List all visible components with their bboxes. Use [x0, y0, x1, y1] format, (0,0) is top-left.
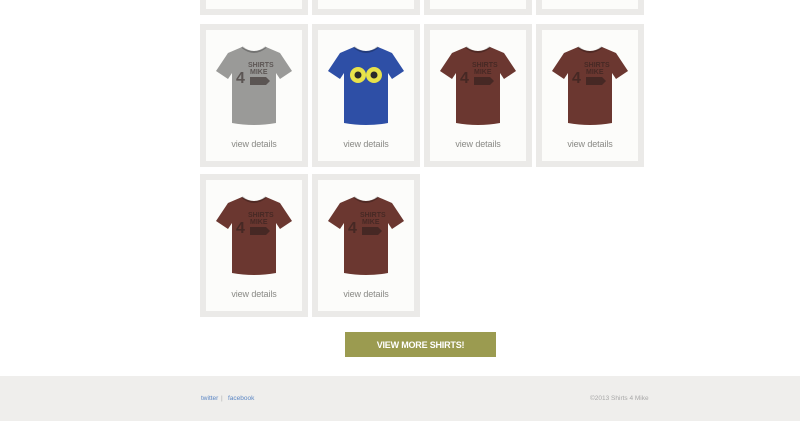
product-card-partial [200, 0, 308, 15]
view-details-link[interactable]: view details [206, 289, 302, 299]
svg-text:MIKE: MIKE [250, 219, 268, 226]
twitter-link[interactable]: twitter [201, 395, 218, 402]
t-shirt-image[interactable]: SHIRTS 4 MIKE [206, 188, 302, 284]
view-details-link[interactable]: view details [430, 139, 526, 149]
svg-text:SHIRTS: SHIRTS [584, 62, 610, 69]
product-card-partial [424, 0, 532, 15]
svg-text:SHIRTS: SHIRTS [472, 62, 498, 69]
svg-text:SHIRTS: SHIRTS [248, 62, 274, 69]
svg-text:4: 4 [348, 220, 357, 237]
product-card-partial [312, 0, 420, 15]
t-shirt-image[interactable]: SHIRTS 4 MIKE [430, 38, 526, 134]
svg-text:MIKE: MIKE [474, 69, 492, 76]
product-card[interactable]: SHIRTS 4 MIKE view details [536, 24, 644, 167]
t-shirt-image[interactable]: SHIRTS 4 MIKE [318, 188, 414, 284]
svg-text:4: 4 [236, 220, 245, 237]
svg-text:4: 4 [460, 70, 469, 87]
product-card[interactable]: view details [312, 24, 420, 167]
product-card[interactable]: SHIRTS 4 MIKE view details [424, 24, 532, 167]
footer: twitter | facebook ©2013 Shirts 4 Mike [0, 376, 800, 421]
facebook-link[interactable]: facebook [228, 395, 254, 402]
svg-text:SHIRTS: SHIRTS [360, 212, 386, 219]
t-shirt-image[interactable]: SHIRTS 4 MIKE [206, 38, 302, 134]
view-more-shirts-button[interactable]: VIEW MORE SHIRTS! [345, 332, 496, 357]
product-card[interactable]: SHIRTS 4 MIKE view details [200, 174, 308, 317]
svg-text:4: 4 [236, 70, 245, 87]
product-card[interactable]: SHIRTS 4 MIKE view details [200, 24, 308, 167]
t-shirt-image[interactable]: SHIRTS 4 MIKE [542, 38, 638, 134]
product-card[interactable]: SHIRTS 4 MIKE view details [312, 174, 420, 317]
copyright: ©2013 Shirts 4 Mike [590, 395, 649, 402]
view-details-link[interactable]: view details [318, 139, 414, 149]
svg-text:SHIRTS: SHIRTS [248, 212, 274, 219]
svg-text:MIKE: MIKE [362, 219, 380, 226]
svg-text:MIKE: MIKE [586, 69, 604, 76]
t-shirt-image[interactable] [318, 38, 414, 134]
footer-separator: | [221, 395, 223, 402]
product-card-partial [536, 0, 644, 15]
svg-text:4: 4 [572, 70, 581, 87]
svg-text:MIKE: MIKE [250, 69, 268, 76]
view-details-link[interactable]: view details [206, 139, 302, 149]
view-details-link[interactable]: view details [542, 139, 638, 149]
view-details-link[interactable]: view details [318, 289, 414, 299]
